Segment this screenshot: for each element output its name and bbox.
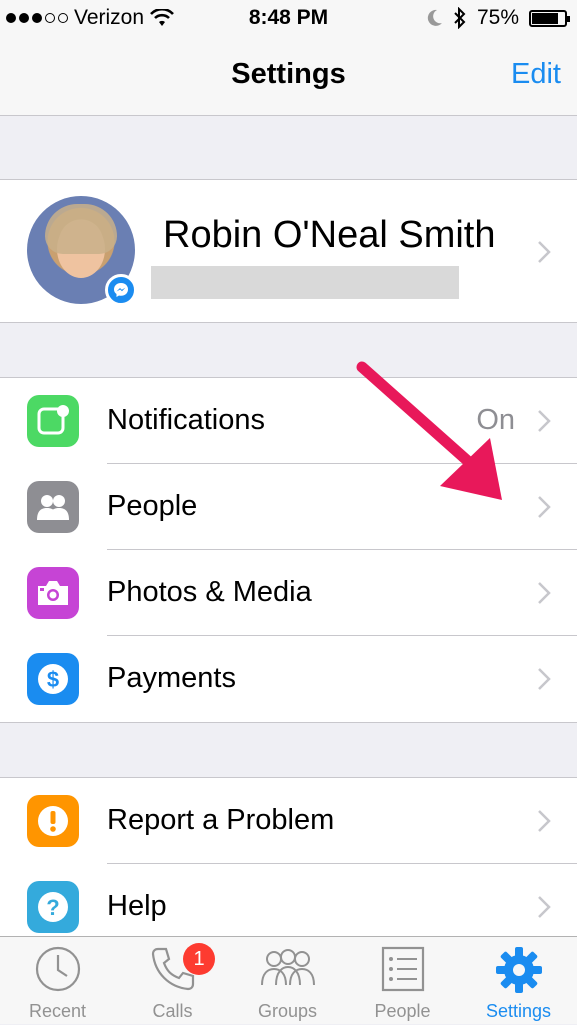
payments-row[interactable]: $ Payments xyxy=(0,636,577,722)
tab-groups-label: Groups xyxy=(257,1001,318,1021)
chevron-right-icon xyxy=(538,810,551,832)
notifications-icon xyxy=(27,395,79,447)
svg-text:$: $ xyxy=(47,667,59,692)
groups-icon xyxy=(261,949,315,986)
svg-text:?: ? xyxy=(46,895,59,920)
people-icon xyxy=(27,481,79,533)
page-title: Settings xyxy=(231,58,346,90)
calls-badge: 1 xyxy=(183,943,215,975)
tab-groups[interactable]: Groups xyxy=(230,937,345,1025)
tab-calls[interactable]: 1 Calls xyxy=(115,937,230,1025)
tab-people-label: People xyxy=(374,1001,431,1021)
tab-settings[interactable]: Settings xyxy=(460,937,577,1025)
tab-bar: Recent 1 Calls Groups People Settings xyxy=(0,936,577,1024)
report-problem-label: Report a Problem xyxy=(107,804,335,836)
edit-button[interactable]: Edit xyxy=(511,58,561,91)
chevron-right-icon xyxy=(538,241,551,263)
redacted-username xyxy=(151,266,459,299)
settings-section-support: Report a Problem ? Help xyxy=(0,777,577,949)
notifications-label: Notifications xyxy=(107,404,265,436)
avatar xyxy=(27,196,137,306)
tab-people[interactable]: People xyxy=(345,937,460,1025)
chevron-right-icon xyxy=(538,410,551,432)
camera-icon xyxy=(27,567,79,619)
moon-icon xyxy=(427,9,442,26)
tab-recent[interactable]: Recent xyxy=(0,937,115,1025)
chevron-right-icon xyxy=(538,668,551,690)
question-icon: ? xyxy=(27,881,79,933)
chevron-right-icon xyxy=(538,582,551,604)
status-bar: Verizon 8:48 PM 75% xyxy=(0,0,577,38)
tab-calls-label: Calls xyxy=(152,1001,193,1021)
notifications-row[interactable]: Notifications On xyxy=(0,378,577,464)
profile-name: Robin O'Neal Smith xyxy=(163,214,496,256)
people-row[interactable]: People xyxy=(0,464,577,550)
messenger-badge-icon xyxy=(105,274,137,306)
photos-media-row[interactable]: Photos & Media xyxy=(0,550,577,636)
bluetooth-icon xyxy=(454,7,466,29)
payments-label: Payments xyxy=(107,662,236,694)
gear-icon xyxy=(496,947,542,993)
people-list-icon xyxy=(381,946,425,992)
battery-icon xyxy=(529,9,570,27)
tab-recent-label: Recent xyxy=(28,1001,87,1021)
dollar-icon: $ xyxy=(27,653,79,705)
report-problem-row[interactable]: Report a Problem xyxy=(0,778,577,864)
people-label: People xyxy=(107,490,198,522)
tab-settings-label: Settings xyxy=(485,1001,552,1021)
clock-icon xyxy=(35,946,81,992)
help-label: Help xyxy=(107,890,167,922)
profile-row[interactable]: Robin O'Neal Smith xyxy=(0,179,577,323)
exclamation-icon xyxy=(27,795,79,847)
chevron-right-icon xyxy=(538,896,551,918)
notifications-value: On xyxy=(476,404,515,436)
chevron-right-icon xyxy=(538,496,551,518)
photos-media-label: Photos & Media xyxy=(107,576,312,608)
settings-section-main: Notifications On People Photos & Media $… xyxy=(0,377,577,723)
battery-percent: 75% xyxy=(476,6,519,29)
navigation-bar: Settings Edit xyxy=(0,38,577,116)
